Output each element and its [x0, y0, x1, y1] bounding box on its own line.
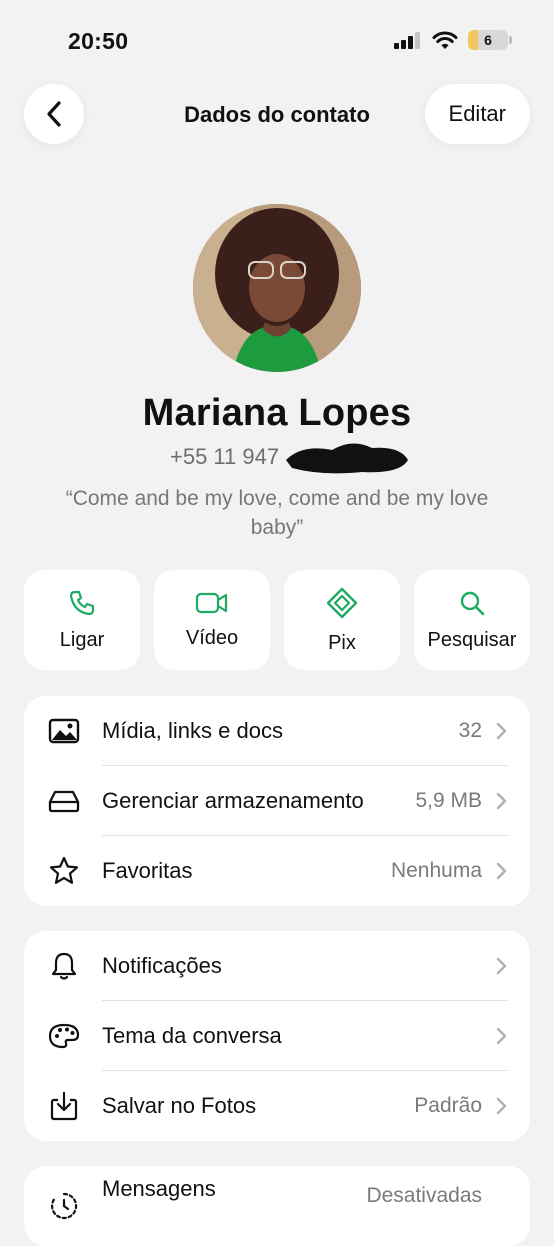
contact-about: “Come and be my love, come and be my lov…	[65, 487, 489, 539]
row-label: Mensagens	[102, 1176, 216, 1201]
row-label: Tema da conversa	[102, 1023, 282, 1048]
chevron-right-icon	[496, 957, 507, 975]
row-notifications[interactable]: Notificações	[24, 931, 530, 1001]
chevron-right-icon	[496, 1097, 507, 1115]
row-disappearing-messages[interactable]: Mensagens Desativadas	[24, 1166, 530, 1246]
save-download-icon	[48, 1091, 80, 1121]
image-icon	[48, 717, 80, 745]
video-label: Vídeo	[185, 626, 239, 649]
row-value: 5,9 MB	[415, 789, 482, 812]
status-icons: 6	[394, 30, 512, 50]
chevron-right-icon	[496, 722, 507, 740]
avatar[interactable]	[193, 204, 361, 372]
call-button[interactable]: Ligar	[24, 570, 140, 670]
row-label: Notificações	[102, 953, 222, 978]
pix-button[interactable]: Pix	[284, 570, 400, 670]
row-media-links-docs[interactable]: Mídia, links e docs 32	[24, 696, 530, 766]
row-value: Nenhuma	[390, 859, 482, 882]
timer-icon	[48, 1192, 80, 1220]
quick-actions: Ligar Vídeo Pix Pesquisar	[24, 570, 530, 670]
status-time: 20:50	[68, 28, 129, 54]
status-bar: 20:50 6	[0, 0, 554, 80]
row-value: Padrão	[414, 1094, 482, 1117]
nav-bar: Dados do contato Editar	[0, 82, 554, 146]
row-label: Salvar no Fotos	[102, 1093, 257, 1118]
row-chat-theme[interactable]: Tema da conversa	[24, 1001, 530, 1071]
row-label: Mídia, links e docs	[102, 718, 283, 743]
phone-icon	[69, 590, 95, 615]
call-label: Ligar	[59, 628, 105, 651]
chevron-right-icon	[496, 792, 507, 810]
battery-level: 6	[484, 32, 492, 48]
chevron-right-icon	[496, 1027, 507, 1045]
profile-photo	[193, 204, 361, 372]
cellular-signal-icon	[394, 32, 420, 49]
redaction-mark	[286, 443, 408, 474]
storage-icon	[48, 787, 80, 815]
video-icon	[195, 592, 228, 613]
contact-name: Mariana Lopes	[142, 392, 412, 434]
pix-label: Pix	[328, 631, 356, 654]
search-label: Pesquisar	[427, 628, 517, 651]
row-favorites[interactable]: Favoritas Nenhuma	[24, 836, 530, 906]
row-value: 32	[458, 719, 482, 742]
wifi-icon	[432, 31, 458, 49]
contact-phone[interactable]: +55 11 947	[170, 444, 279, 470]
row-label: Gerenciar armazenamento	[102, 788, 364, 813]
video-button[interactable]: Vídeo	[154, 570, 270, 670]
edit-button[interactable]: Editar	[424, 84, 530, 144]
row-label: Favoritas	[102, 858, 193, 883]
search-icon	[460, 591, 485, 615]
media-card: Mídia, links e docs 32 Gerenciar armazen…	[24, 696, 530, 906]
star-icon	[48, 856, 80, 885]
chevron-right-icon	[496, 862, 507, 880]
pix-icon	[326, 587, 358, 618]
search-button[interactable]: Pesquisar	[414, 570, 530, 670]
battery-indicator: 6	[468, 30, 512, 50]
bell-icon	[48, 952, 80, 980]
palette-icon	[48, 1022, 80, 1050]
row-manage-storage[interactable]: Gerenciar armazenamento 5,9 MB	[24, 766, 530, 836]
row-value: Desativadas	[366, 1184, 482, 1207]
row-save-to-photos[interactable]: Salvar no Fotos Padrão	[24, 1071, 530, 1141]
settings-card: Notificações Tema da conversa Salvar no	[24, 931, 530, 1141]
disappearing-messages-card: Mensagens Desativadas	[24, 1166, 530, 1246]
